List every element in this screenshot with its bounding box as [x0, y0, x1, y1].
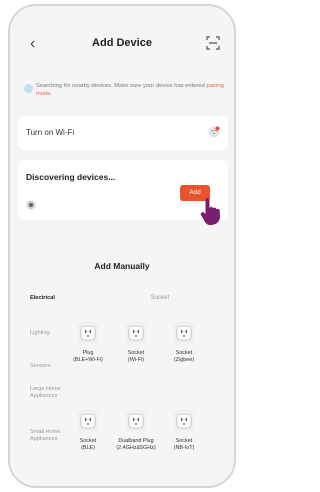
device-icon [26, 200, 36, 210]
header: ‹ Add Device [10, 34, 234, 58]
wifi-card[interactable]: Turn on Wi-Fi [18, 116, 228, 150]
device-tile-label: Dualband Plug (2.4GHz&5GHz) [116, 438, 156, 451]
section-socket: Socket [150, 295, 170, 301]
search-status-icon [24, 84, 33, 93]
search-notice: Searching for nearby devices. Make sure … [36, 82, 226, 98]
socket-icon [77, 322, 99, 344]
device-tile-label: Socket (BLE) [79, 438, 97, 451]
notice-text: Searching for nearby devices. Make sure … [36, 83, 207, 89]
device-tile[interactable]: Socket (BLE) [64, 410, 112, 452]
socket-icon [77, 410, 99, 432]
device-tile-label: Socket (Zigbee) [173, 350, 195, 363]
device-tile[interactable]: Socket (Wi-Fi) [112, 322, 160, 364]
category-sensors[interactable]: Sensors [30, 363, 80, 370]
socket-icon [173, 410, 195, 432]
add-manually-title: Add Manually [94, 261, 150, 271]
scan-icon[interactable] [206, 36, 220, 50]
discovering-card: Discovering devices... Add [18, 160, 228, 226]
device-tile[interactable]: Dualband Plug (2.4GHz&5GHz) [112, 410, 160, 452]
phone-frame: ‹ Add Device Searching for nearby device… [8, 4, 236, 488]
notice-suffix: . [50, 91, 53, 97]
device-tile-label: Socket (NB-IoT) [173, 438, 195, 451]
device-tile[interactable]: Socket (Zigbee) [160, 322, 208, 364]
category-electrical[interactable]: Electrical [30, 295, 80, 302]
pointing-hand-icon [200, 198, 221, 226]
socket-icon [173, 322, 195, 344]
device-tile-label: Socket (Wi-Fi) [127, 350, 145, 363]
socket-icon [125, 322, 147, 344]
wifi-label: Turn on Wi-Fi [26, 128, 75, 137]
socket-icon [125, 410, 147, 432]
device-tile[interactable]: Plug (BLE+Wi-Fi) [64, 322, 112, 364]
wifi-icon [208, 126, 220, 138]
page-title: Add Device [92, 37, 152, 49]
discovering-label: Discovering devices... [26, 172, 116, 182]
category-large-home-appliances[interactable]: Large Home Appliances [30, 386, 66, 400]
device-tile[interactable]: Socket (NB-IoT) [160, 410, 208, 452]
device-tile-label: Plug (BLE+Wi-Fi) [73, 350, 103, 363]
